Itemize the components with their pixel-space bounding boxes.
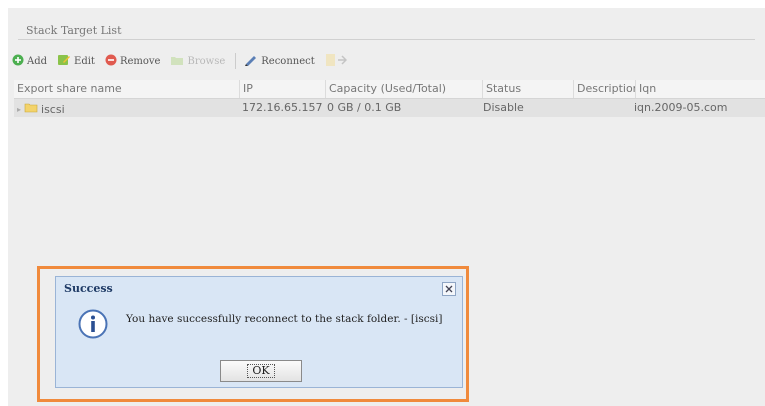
column-header-ip[interactable]: IP [240, 80, 326, 98]
plus-circle-icon [12, 54, 24, 69]
grid-header: Export share name IP Capacity (Used/Tota… [14, 80, 765, 99]
share-name: iscsi [41, 102, 65, 116]
browse-button[interactable]: Browse [170, 54, 225, 69]
document-icon [325, 53, 347, 70]
folder-icon [24, 102, 38, 116]
cell-status: Disable [483, 101, 524, 114]
expand-arrow-icon[interactable]: ▸ [17, 105, 21, 114]
extra-button[interactable] [325, 53, 350, 70]
cell-capacity: 0 GB / 0.1 GB [327, 101, 402, 114]
column-header-status[interactable]: Status [483, 80, 574, 98]
cell-description [570, 99, 631, 117]
table-row[interactable]: ▸ iscsi 172.16.65.157 0 GB / 0.1 GB Disa… [14, 99, 765, 117]
column-header-capacity[interactable]: Capacity (Used/Total) [326, 80, 483, 98]
folder-icon [170, 54, 184, 69]
fieldset-border [18, 39, 755, 40]
info-icon [78, 309, 108, 342]
reconnect-button[interactable]: Reconnect [244, 54, 315, 69]
dialog-message: You have successfully reconnect to the s… [126, 313, 443, 325]
panel-legend: Stack Target List [22, 24, 126, 37]
edit-button[interactable]: Edit [57, 54, 95, 69]
close-button[interactable] [442, 282, 456, 296]
browse-label: Browse [187, 55, 226, 67]
cell-name: ▸ iscsi [14, 99, 239, 117]
minus-circle-icon [105, 54, 117, 69]
column-header-description[interactable]: Description [574, 80, 636, 98]
success-dialog: Success You have successfully reconnect … [55, 276, 463, 388]
remove-label: Remove [119, 55, 161, 67]
edit-icon [57, 54, 71, 69]
toolbar-separator [235, 53, 237, 69]
cell-iqn: iqn.2009-05.com [634, 101, 728, 114]
cell-ip: 172.16.65.157 [242, 101, 323, 114]
ok-label: OK [247, 364, 275, 378]
column-header-name[interactable]: Export share name [14, 80, 240, 98]
remove-button[interactable]: Remove [105, 54, 161, 69]
add-label: Add [27, 55, 48, 67]
toolbar: Add Edit Remove Browse Reconnect [12, 48, 765, 74]
close-icon [445, 285, 453, 293]
add-button[interactable]: Add [12, 54, 47, 69]
reconnect-label: Reconnect [261, 55, 315, 67]
target-grid: Export share name IP Capacity (Used/Tota… [14, 80, 765, 118]
edit-label: Edit [74, 55, 95, 67]
dialog-title: Success [64, 282, 113, 295]
ok-button[interactable]: OK [220, 360, 302, 382]
pencil-icon [244, 54, 258, 69]
column-header-iqn[interactable]: Iqn [636, 80, 759, 98]
